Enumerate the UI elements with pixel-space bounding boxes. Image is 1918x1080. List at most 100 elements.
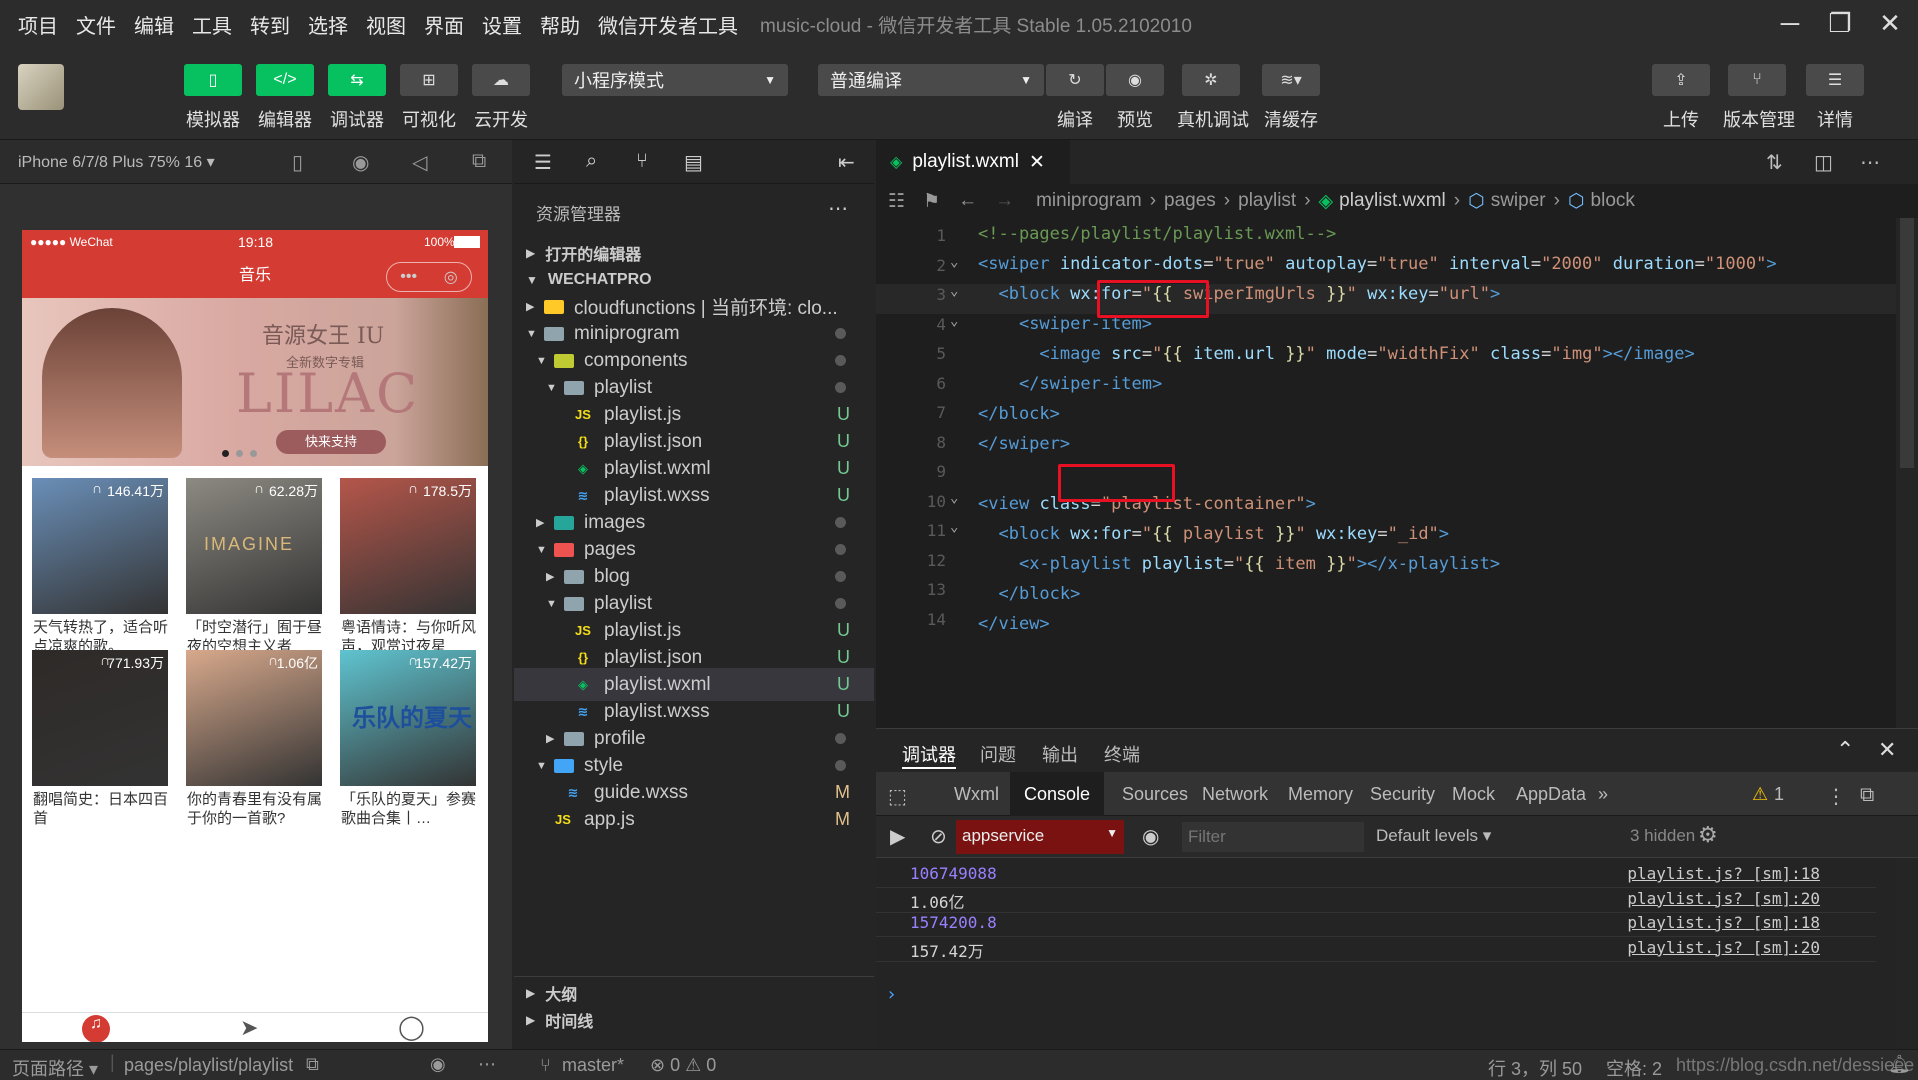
console-filter-input[interactable] (1182, 822, 1364, 852)
compile-select[interactable]: 普通编译 ▼ (818, 64, 1044, 96)
popout-icon[interactable]: ⧉ (472, 150, 486, 173)
gear-icon[interactable]: ⚙ (1698, 822, 1718, 848)
upload-icon[interactable]: ⇪ (1652, 64, 1710, 96)
undock-icon[interactable]: ⧉ (1860, 784, 1874, 807)
close-panel-icon[interactable]: ✕ (1878, 737, 1896, 763)
menu-item[interactable]: 文件 (76, 10, 116, 39)
mode-select[interactable]: 小程序模式 ▼ (562, 64, 788, 96)
playlist-caption[interactable]: 「乐队的夏天」参赛歌曲合集丨… (341, 790, 481, 828)
eye-icon[interactable]: ◉ (430, 1054, 446, 1075)
tab-terminal[interactable]: 终端 (1104, 741, 1140, 767)
crumb-item[interactable]: miniprogram (1036, 190, 1142, 212)
log-source-link[interactable]: playlist.js? [sm]:18 (1627, 864, 1820, 883)
clear-console-icon[interactable]: ⊘ (930, 824, 947, 849)
problems-count[interactable]: ⊗ 0 ⚠ 0 (650, 1055, 716, 1076)
visual-toggle-icon[interactable]: ⊞ (400, 64, 458, 96)
crumb-item[interactable]: playlist (1238, 190, 1296, 212)
list-icon[interactable]: ☰ (534, 150, 552, 175)
tab-security[interactable]: Security (1370, 784, 1435, 805)
fold-chevron-icon[interactable]: ⌄ (950, 283, 958, 299)
minimize-icon[interactable]: ─ (1775, 8, 1805, 38)
tab-music-icon[interactable]: ♫ (82, 1015, 110, 1042)
menu-item[interactable]: 选择 (308, 10, 348, 39)
tree-item[interactable]: JS app.js M (514, 803, 874, 836)
menu-item[interactable]: 微信开发者工具 (598, 10, 738, 39)
fold-chevron-icon[interactable]: ⌄ (950, 490, 958, 506)
close-tab-icon[interactable]: ✕ (1029, 151, 1045, 174)
tab-appdata[interactable]: AppData (1516, 784, 1586, 805)
avatar[interactable] (18, 64, 64, 110)
cloud-dev-icon[interactable]: ☁ (472, 64, 530, 96)
tab-playlist-wxml[interactable]: ◈ playlist.wxml ✕ (876, 140, 1070, 184)
playlist-cover[interactable]: 157.42万 ∩ 乐队的夏天 (340, 650, 476, 786)
playlist-cover[interactable]: 1.06亿 ∩ (186, 650, 322, 786)
log-source-link[interactable]: playlist.js? [sm]:18 (1627, 913, 1820, 932)
editor-toggle-icon[interactable]: </> (256, 64, 314, 96)
forward-icon[interactable]: → (995, 190, 1014, 212)
menu-item[interactable]: 编辑 (134, 10, 174, 39)
device-select[interactable]: iPhone 6/7/8 Plus 75% 16 ▾ (18, 152, 215, 172)
tab-console[interactable]: Console (1010, 772, 1105, 816)
tab-mock[interactable]: Mock (1452, 784, 1495, 805)
split-editor-icon[interactable]: ◫ (1814, 150, 1833, 175)
context-select[interactable]: appservice ▼ (956, 820, 1124, 854)
git-icon[interactable]: ⑂ (636, 150, 648, 173)
clear-cache-icon[interactable]: ≋▾ (1262, 64, 1320, 96)
close-icon[interactable]: ✕ (1875, 8, 1905, 38)
crumb-item[interactable]: swiper (1491, 190, 1546, 212)
menu-item[interactable]: 工具 (192, 10, 232, 39)
menu-item[interactable]: 项目 (18, 10, 58, 39)
version-icon[interactable]: ⑂ (1728, 64, 1786, 96)
explorer-more-icon[interactable]: ⋯ (828, 196, 848, 221)
menu-item[interactable]: 帮助 (540, 10, 580, 39)
bell-icon[interactable]: 🔔︎ (1888, 1054, 1911, 1075)
outline-list-icon[interactable]: ☷ (888, 190, 905, 213)
sound-icon[interactable]: ◁ (412, 150, 427, 175)
live-expression-icon[interactable]: ◉ (1142, 824, 1159, 849)
crumb-item[interactable]: block (1591, 190, 1635, 212)
menu-item[interactable]: 设置 (482, 10, 522, 39)
debugger-toggle-icon[interactable]: ⇆ (328, 64, 386, 96)
tab-wxml[interactable]: Wxml (954, 784, 999, 805)
remote-debug-icon[interactable]: ✲ (1182, 64, 1240, 96)
playlist-caption[interactable]: 你的青春里有没有属于你的一首歌? (187, 790, 327, 828)
more-tabs[interactable]: » (1598, 784, 1608, 805)
playlist-cover[interactable]: 62.28万 ∩ IMAGINE (186, 478, 322, 614)
phone-icon[interactable]: ▯ (292, 150, 303, 175)
source-control-icon[interactable]: ⇅ (1766, 150, 1783, 175)
scroll-thumb[interactable] (1900, 218, 1914, 468)
warning-icon[interactable]: ⚠ (1752, 784, 1768, 805)
details-icon[interactable]: ☰ (1806, 64, 1864, 96)
more-actions-icon[interactable]: ⋯ (1860, 150, 1880, 175)
playlist-cover[interactable]: 771.93万 ∩ (32, 650, 168, 786)
menu-item[interactable]: 转到 (250, 10, 290, 39)
maximize-icon[interactable]: ❐ (1825, 8, 1855, 38)
record-icon[interactable]: ◉ (352, 150, 369, 175)
console-scrollbar[interactable] (1896, 858, 1918, 1048)
log-source-link[interactable]: playlist.js? [sm]:20 (1627, 889, 1820, 908)
simulator-toggle-icon[interactable]: ▯ (184, 64, 242, 96)
preview-icon[interactable]: ◉ (1106, 64, 1164, 96)
menu-item[interactable]: 界面 (424, 10, 464, 39)
tab-output[interactable]: 输出 (1042, 741, 1078, 767)
levels-select[interactable]: Default levels ▾ (1376, 826, 1491, 846)
git-branch-icon[interactable]: ⑂ (540, 1055, 551, 1076)
tab-profile-icon[interactable]: ◯ (398, 1013, 425, 1042)
devtools-menu-icon[interactable]: ⋮ (1826, 784, 1846, 809)
crumb-item[interactable]: playlist.wxml (1339, 190, 1446, 212)
copy-icon[interactable]: ⧉ (306, 1054, 319, 1075)
playlist-cover[interactable]: 178.5万 ∩ (340, 478, 476, 614)
timeline-section[interactable]: ▶ 时间线 (514, 1003, 874, 1036)
tab-network[interactable]: Network (1202, 784, 1268, 805)
compile-icon[interactable]: ↻ (1046, 64, 1104, 96)
fold-chevron-icon[interactable]: ⌄ (950, 519, 958, 535)
git-branch[interactable]: master* (562, 1055, 624, 1076)
tab-blog-icon[interactable]: ➤ (240, 1015, 258, 1041)
tab-memory[interactable]: Memory (1288, 784, 1353, 805)
fold-chevron-icon[interactable]: ⌄ (950, 313, 958, 329)
inspect-icon[interactable]: ⬚ (888, 784, 907, 809)
menu-item[interactable]: 视图 (366, 10, 406, 39)
fold-chevron-icon[interactable]: ⌄ (950, 254, 958, 270)
back-icon[interactable]: ← (958, 190, 977, 212)
console-prompt[interactable]: › (886, 984, 897, 1005)
